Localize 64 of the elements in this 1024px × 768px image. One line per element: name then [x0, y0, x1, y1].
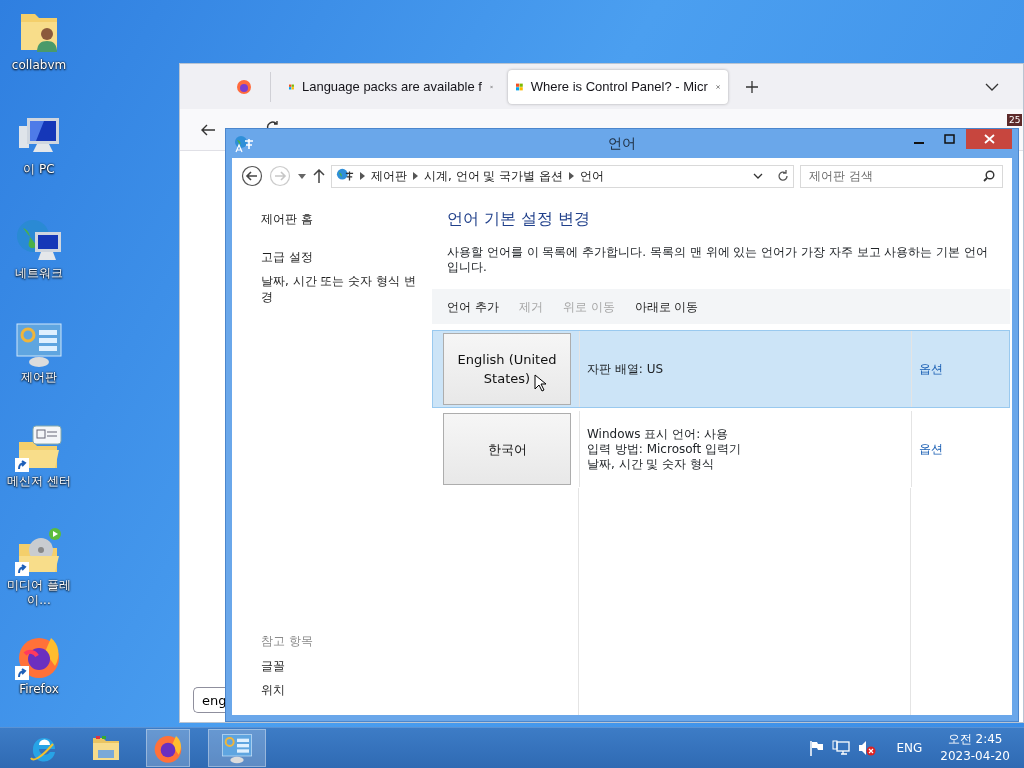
clock-time[interactable]: 오전 2:45: [940, 731, 1010, 748]
detail-text: 날짜, 시간 및 숫자 형식: [587, 456, 716, 472]
firefox-view-icon[interactable]: [236, 78, 252, 95]
toolbar-button[interactable]: 아래로 이동: [634, 297, 699, 316]
extension-badge: 25: [1007, 114, 1023, 126]
toolbar-button[interactable]: 언어 추가: [447, 297, 499, 316]
language-icon: [234, 134, 254, 153]
description-text: 사용할 언어를 이 목록에 추가합니다. 목록의 맨 위에 있는 언어가 가장 자주 보고 사용하는 기본 언어입니다.: [447, 245, 990, 275]
control-panel-icon: [221, 732, 253, 764]
network-icon[interactable]: [832, 740, 851, 756]
speaker-icon[interactable]: [858, 740, 877, 756]
refresh-icon[interactable]: [777, 170, 789, 182]
language-row[interactable]: 한국어 Windows 표시 언어: 사용 입력 방법: Microsoft 입력기 날짜, 시간 및 숫자 형식 옵션: [432, 410, 1010, 488]
search-field[interactable]: 제어판 검색: [800, 164, 1003, 188]
window-title: 언어: [608, 134, 636, 153]
language-button[interactable]: 한국어: [443, 413, 571, 485]
detail-text: Windows 표시 언어: 사용: [587, 426, 730, 442]
page-heading: 언어 기본 설정 변경: [447, 208, 592, 230]
taskbar-button[interactable]: [146, 729, 190, 767]
tab-title: Where is Control Panel? - Micr: [530, 77, 708, 96]
search-icon: [983, 170, 995, 182]
breadcrumb-separator-icon: [413, 172, 418, 180]
new-tab-icon[interactable]: [745, 79, 759, 94]
nav-link[interactable]: 글꼴: [261, 655, 418, 677]
up-arrow-icon[interactable]: [313, 169, 325, 183]
address-bar[interactable]: 제어판 시계, 언어 및 국가별 옵션 언어: [331, 164, 794, 188]
nav-link[interactable]: 제어판 홈: [261, 208, 418, 230]
browser-tab[interactable]: Where is Control Panel? - Micr: [508, 69, 728, 104]
dropdown-icon[interactable]: [753, 172, 763, 180]
breadcrumb-separator-icon: [360, 172, 365, 180]
breadcrumb-separator-icon: [569, 172, 575, 180]
icon-label[interactable]: 네트워크: [0, 266, 78, 281]
control-panel-icon[interactable]: [15, 320, 63, 368]
browser-tab[interactable]: Language packs are available f: [281, 69, 501, 104]
nav-link[interactable]: 위치: [261, 679, 418, 701]
nav-link[interactable]: 날짜, 시간 또는 숫자 형식 변경: [261, 270, 418, 308]
flag-icon[interactable]: [808, 740, 825, 756]
breadcrumb-item[interactable]: 시계, 언어 및 국가별 옵션: [424, 167, 564, 185]
chevron-down-icon[interactable]: [985, 81, 999, 92]
breadcrumb-item[interactable]: 언어: [580, 167, 605, 185]
detail-text: 입력 방법: Microsoft 입력기: [587, 441, 743, 457]
tab-title: Language packs are available f: [301, 77, 482, 96]
icon-label[interactable]: collabvm: [0, 58, 78, 73]
section-heading: 참고 항목: [261, 633, 314, 650]
reload-icon[interactable]: [266, 120, 280, 129]
language-button[interactable]: English (United States): [443, 333, 571, 405]
breadcrumb-item[interactable]: 제어판: [371, 167, 407, 185]
nav-link[interactable]: 고급 설정: [261, 246, 418, 268]
options-link[interactable]: 옵션: [919, 360, 943, 378]
back-icon[interactable]: [241, 165, 263, 187]
maximize-icon: [943, 134, 955, 144]
search-field[interactable]: eng: [193, 687, 225, 713]
detail-text: 자판 배열: US: [587, 361, 665, 377]
close-button[interactable]: [966, 129, 1012, 149]
icon-label[interactable]: 이 PC: [0, 162, 78, 177]
taskbar-button[interactable]: [208, 729, 266, 767]
language-row[interactable]: English (United States) 자판 배열: US 옵션: [432, 330, 1010, 408]
minimize-icon: [914, 142, 924, 144]
options-link[interactable]: 옵션: [919, 440, 943, 458]
close-icon: [983, 134, 995, 144]
mouse-cursor-icon: [534, 374, 546, 392]
dropdown-icon[interactable]: [297, 172, 307, 180]
language-indicator[interactable]: ENG: [896, 739, 923, 757]
clock-date[interactable]: 2023-04-20: [940, 748, 1010, 765]
